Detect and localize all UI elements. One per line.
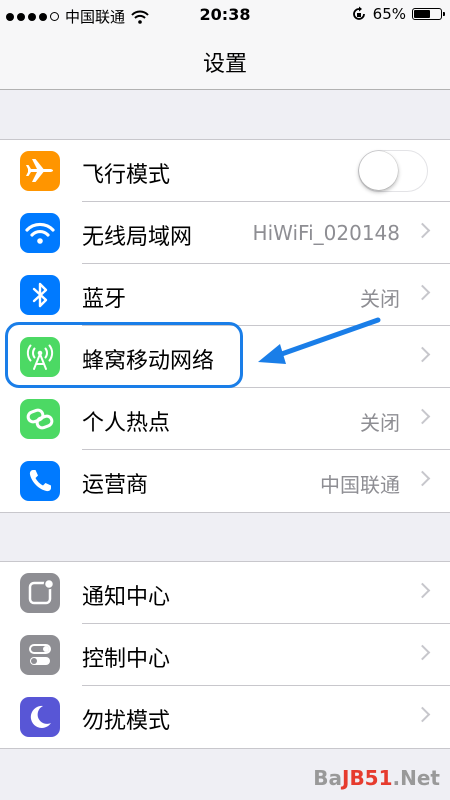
chevron-right-icon xyxy=(414,644,431,661)
bluetooth-icon xyxy=(20,275,60,315)
settings-row-wifi[interactable]: 无线局域网 HiWiFi_020148 xyxy=(0,202,450,264)
battery-percent: 65% xyxy=(372,5,406,23)
airplane-mode-toggle[interactable] xyxy=(358,150,428,192)
chevron-right-icon xyxy=(414,222,431,239)
chevron-right-icon xyxy=(414,408,431,425)
navigation-bar: 设置 xyxy=(0,30,450,90)
settings-row-label: 运营商 xyxy=(82,473,149,498)
toggle-knob xyxy=(359,151,398,190)
carrier-value: 中国联通 xyxy=(320,473,400,497)
settings-row-label: 通知中心 xyxy=(82,585,171,610)
settings-row-airplane-mode: 飞行模式 xyxy=(0,140,450,202)
wifi-icon xyxy=(20,213,60,253)
chevron-right-icon xyxy=(414,706,431,723)
settings-row-label: 控制中心 xyxy=(82,647,171,672)
moon-icon xyxy=(20,697,60,737)
control-center-icon xyxy=(20,635,60,675)
settings-row-label: 勿扰模式 xyxy=(82,709,171,734)
chevron-right-icon xyxy=(414,284,431,301)
annotation-highlight-box xyxy=(5,322,243,388)
settings-row-label: 个人热点 xyxy=(82,411,171,436)
chevron-right-icon xyxy=(414,470,431,487)
settings-row-notification-center[interactable]: 通知中心 xyxy=(0,562,450,624)
annotation-arrow-icon xyxy=(258,317,381,364)
status-right: 65% xyxy=(351,5,445,23)
settings-group-system: 通知中心 控制中心 勿扰模式 xyxy=(0,561,450,749)
settings-row-label: 飞行模式 xyxy=(82,163,171,188)
rotation-lock-icon xyxy=(352,6,365,20)
settings-row-label: 无线局域网 xyxy=(82,225,193,250)
hotspot-icon xyxy=(20,399,60,439)
settings-row-carrier[interactable]: 运营商 中国联通 xyxy=(0,450,450,512)
settings-row-do-not-disturb[interactable]: 勿扰模式 xyxy=(0,686,450,748)
watermark: BaJB51.Net xyxy=(313,766,440,790)
chevron-right-icon xyxy=(414,346,431,363)
battery-icon xyxy=(412,8,445,20)
status-bar: 中国联通 20:38 65% xyxy=(0,0,450,30)
bluetooth-status: 关闭 xyxy=(360,287,400,311)
wifi-network-name: HiWiFi_020148 xyxy=(252,221,400,245)
settings-row-personal-hotspot[interactable]: 个人热点 关闭 xyxy=(0,388,450,450)
page-title: 设置 xyxy=(202,52,247,77)
hotspot-status: 关闭 xyxy=(360,411,400,435)
chevron-right-icon xyxy=(414,582,431,599)
notification-center-icon xyxy=(20,573,60,613)
airplane-icon xyxy=(20,151,60,191)
settings-row-label: 蓝牙 xyxy=(82,287,127,312)
phone-icon xyxy=(20,461,60,501)
settings-row-control-center[interactable]: 控制中心 xyxy=(0,624,450,686)
